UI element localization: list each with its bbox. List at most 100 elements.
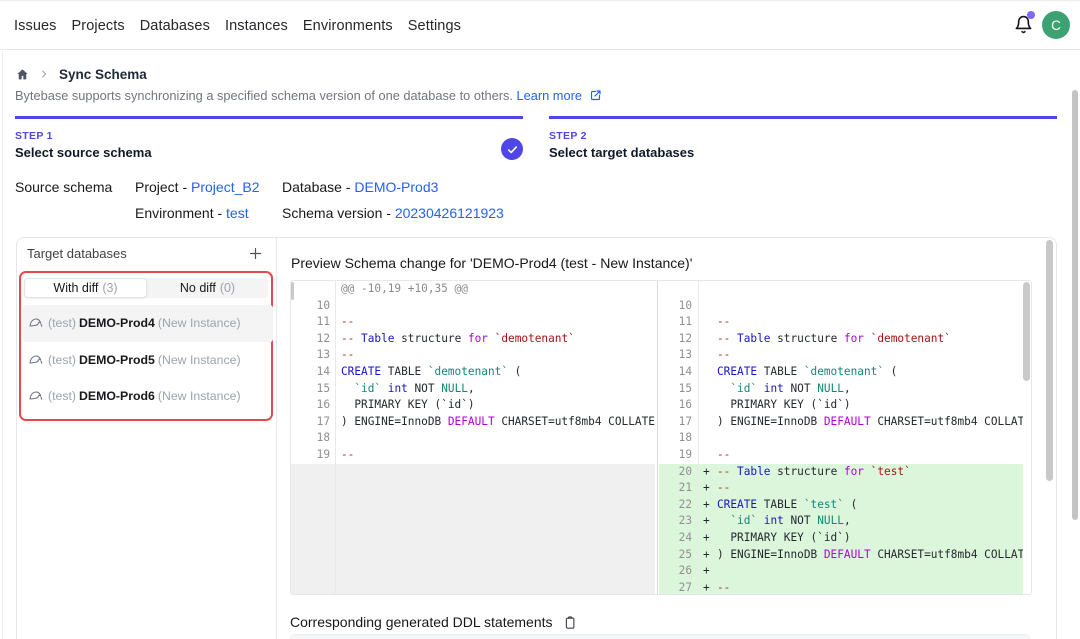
- line-content: --: [717, 347, 730, 364]
- mysql-dolphin-icon: [28, 352, 44, 368]
- item-environment: (test): [48, 316, 76, 330]
- step-1-label: STEP 1: [15, 130, 523, 142]
- schema-version-link[interactable]: 20230426121923: [395, 205, 504, 221]
- line-number: 14: [659, 364, 692, 381]
- added-line-marker: +: [703, 547, 710, 564]
- diff-row: 11--: [291, 314, 655, 331]
- line-content: `id` int NOT NULL,: [717, 381, 851, 398]
- diff-row: 19--: [291, 447, 655, 464]
- target-databases-panel: Target databases With diff (3) No diff (…: [17, 238, 277, 639]
- added-line-marker: +: [703, 580, 710, 594]
- line-content: CREATE TABLE `demotenant` (: [341, 364, 521, 381]
- nav-item-instances[interactable]: Instances: [225, 18, 288, 34]
- line-content: PRIMARY KEY (`id`): [341, 397, 475, 414]
- item-instance: (New Instance): [158, 316, 241, 330]
- line-number: 12: [659, 331, 692, 348]
- tab-no-diff[interactable]: No diff (0): [147, 278, 268, 298]
- added-line-marker: +: [703, 530, 710, 547]
- schema-version-field: Schema version - 20230426121923: [282, 205, 504, 231]
- external-link-icon[interactable]: [590, 89, 602, 101]
- item-environment: (test): [48, 353, 76, 367]
- mysql-dolphin-icon: [28, 315, 44, 331]
- diff-row: [291, 464, 655, 481]
- diff-left-pane: @@ -10,19 +10,35 @@1011--12-- Table stru…: [291, 281, 655, 594]
- sync-schema-page: Issues Projects Databases Instances Envi…: [0, 0, 1080, 639]
- target-database-item-DEMO-Prod6[interactable]: (test)DEMO-Prod6(New Instance): [23, 378, 273, 415]
- target-database-item-DEMO-Prod5[interactable]: (test)DEMO-Prod5(New Instance): [23, 342, 273, 379]
- added-line-marker: +: [703, 513, 710, 530]
- diff-row: 24+ PRIMARY KEY (`id`): [659, 530, 1023, 547]
- environment-link[interactable]: test: [226, 205, 249, 221]
- project-link[interactable]: Project_B2: [191, 179, 259, 195]
- added-line-marker: +: [703, 563, 710, 580]
- database-field: Database - DEMO-Prod3: [282, 179, 504, 205]
- page-scrollbar[interactable]: [1072, 90, 1078, 520]
- step-1-check-icon: [501, 138, 523, 160]
- step-2-label: STEP 2: [549, 130, 1057, 142]
- diff-row: 23+ `id` int NOT NULL,: [659, 513, 1023, 530]
- line-number: 25: [659, 547, 692, 564]
- diff-row: 20+-- Table structure for `test`: [659, 464, 1023, 481]
- step-1: STEP 1 Select source schema: [15, 116, 523, 160]
- line-number: 15: [291, 381, 330, 398]
- diff-row: 25+) ENGINE=InnoDB DEFAULT CHARSET=utf8m…: [659, 547, 1023, 564]
- ddl-code-block: [290, 634, 1030, 639]
- target-database-item-DEMO-Prod4[interactable]: (test)DEMO-Prod4(New Instance): [23, 305, 273, 342]
- diff-row: 10: [659, 298, 1023, 315]
- line-content: PRIMARY KEY (`id`): [717, 397, 851, 414]
- chevron-right-icon: [39, 69, 49, 79]
- page-title: Sync Schema: [59, 67, 147, 82]
- content-scrollbar[interactable]: [1046, 240, 1053, 481]
- diff-row: 13--: [659, 347, 1023, 364]
- diff-row: 17) ENGINE=InnoDB DEFAULT CHARSET=utf8mb…: [291, 414, 655, 431]
- target-database-list: (test)DEMO-Prod4(New Instance)(test)DEMO…: [23, 305, 273, 415]
- line-content: `id` int NOT NULL,: [341, 381, 475, 398]
- nav-item-databases[interactable]: Databases: [140, 18, 210, 34]
- line-content: --: [717, 314, 730, 331]
- nav-item-projects[interactable]: Projects: [72, 18, 125, 34]
- environment-label: Environment -: [135, 205, 226, 221]
- step-1-progress-bar: [15, 116, 523, 119]
- line-number: 14: [291, 364, 330, 381]
- breadcrumb: Sync Schema: [16, 66, 147, 82]
- diff-row: 19--: [659, 447, 1023, 464]
- target-databases-title: Target databases: [27, 246, 127, 261]
- schema-diff-editor[interactable]: @@ -10,19 +10,35 @@1011--12-- Table stru…: [290, 280, 1032, 595]
- nav-links: Issues Projects Databases Instances Envi…: [14, 1, 461, 50]
- diff-row: 14 CREATE TABLE `demotenant` (: [291, 364, 655, 381]
- diff-row: 18: [291, 430, 655, 447]
- tab-no-diff-label: No diff: [180, 281, 216, 295]
- database-link[interactable]: DEMO-Prod3: [354, 179, 438, 195]
- diff-row: 16 PRIMARY KEY (`id`): [291, 397, 655, 414]
- line-content: -- Table structure for `demotenant`: [341, 331, 575, 348]
- page-description: Bytebase supports synchronizing a specif…: [15, 88, 602, 103]
- tab-with-diff-count: (3): [102, 281, 117, 295]
- tab-with-diff[interactable]: With diff (3): [24, 278, 147, 298]
- item-instance: (New Instance): [158, 389, 241, 403]
- add-target-database-button[interactable]: [243, 241, 267, 265]
- diff-left-pane-scrollbar[interactable]: [291, 282, 295, 300]
- avatar[interactable]: C: [1042, 11, 1070, 39]
- preview-title: Preview Schema change for 'DEMO-Prod4 (t…: [291, 255, 692, 271]
- diff-vertical-scrollbar[interactable]: [1023, 282, 1030, 381]
- line-number: 27: [659, 580, 692, 594]
- nav-item-settings[interactable]: Settings: [408, 18, 461, 34]
- nav-item-environments[interactable]: Environments: [303, 18, 393, 34]
- line-content: CREATE TABLE `demotenant` (: [717, 364, 897, 381]
- line-number: 13: [291, 347, 330, 364]
- copy-icon[interactable]: [562, 615, 577, 630]
- nav-item-issues[interactable]: Issues: [14, 18, 57, 34]
- diff-row: 12-- Table structure for `demotenant`: [659, 331, 1023, 348]
- home-icon[interactable]: [16, 68, 29, 81]
- line-number: 21: [659, 480, 692, 497]
- step-1-title: Select source schema: [15, 145, 523, 160]
- diff-row: 22+CREATE TABLE `test` (: [659, 497, 1023, 514]
- diff-row: 16 PRIMARY KEY (`id`): [659, 397, 1023, 414]
- line-number: 12: [291, 331, 330, 348]
- learn-more-link[interactable]: Learn more: [517, 88, 582, 103]
- line-number: 26: [659, 563, 692, 580]
- notification-dot: [1027, 11, 1035, 19]
- added-line-marker: +: [703, 497, 710, 514]
- environment-field: Environment - test: [135, 205, 260, 231]
- diff-row: 15 `id` int NOT NULL,: [659, 381, 1023, 398]
